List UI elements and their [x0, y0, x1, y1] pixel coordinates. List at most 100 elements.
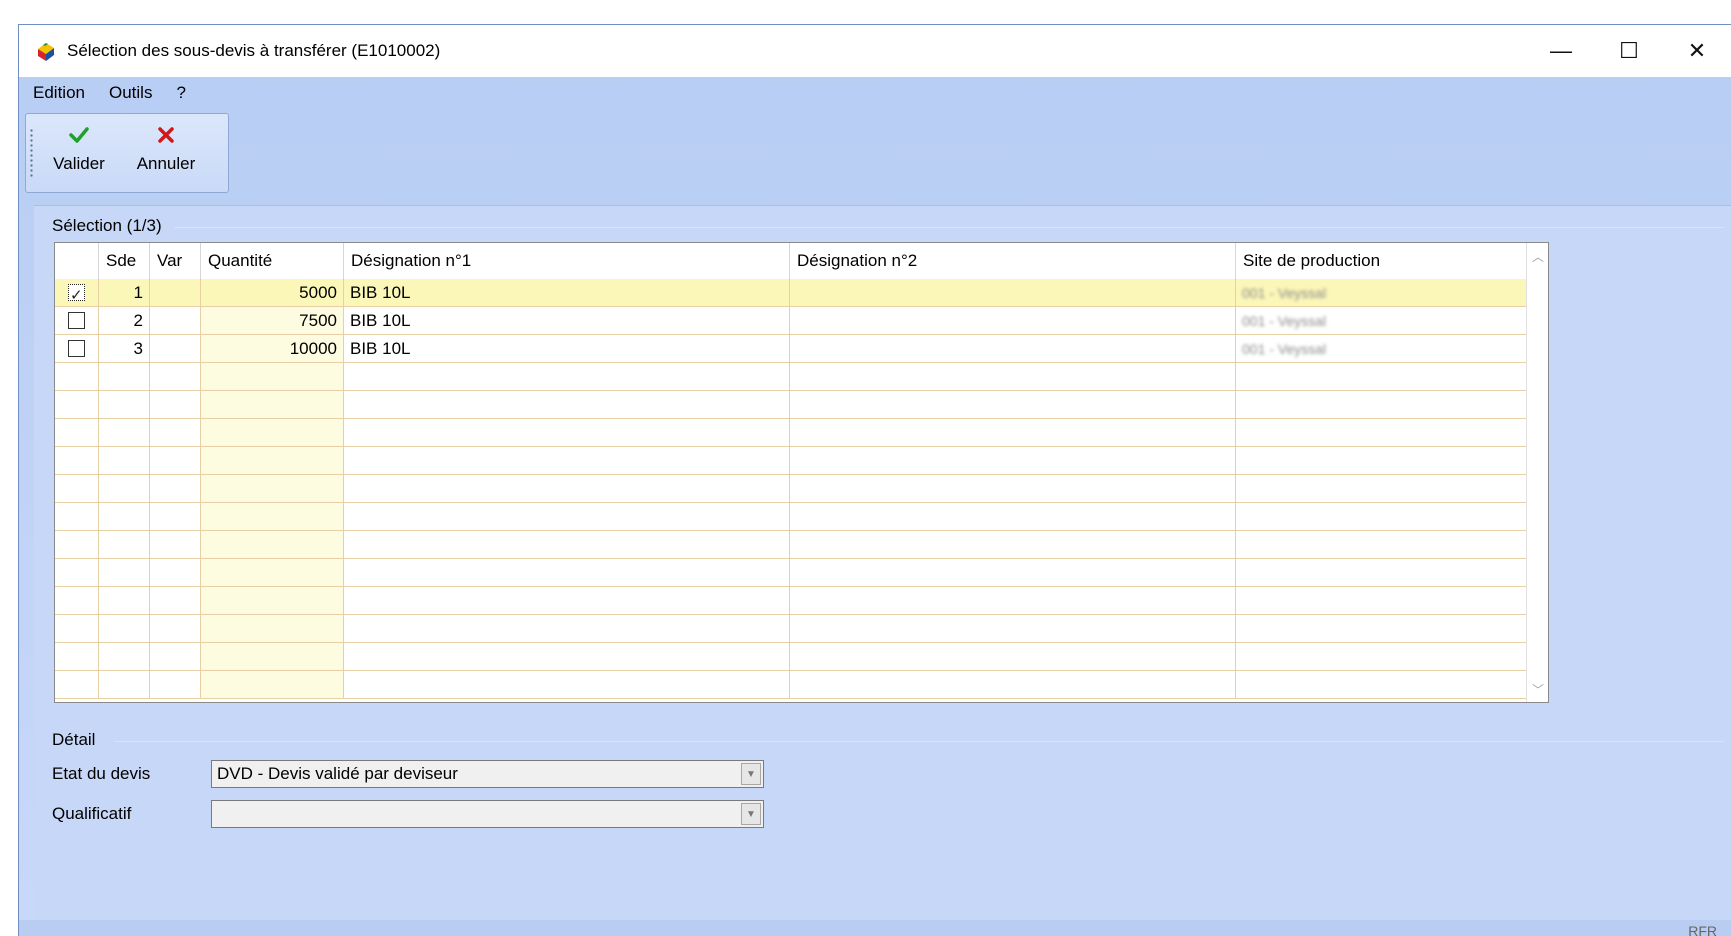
cell-site [1236, 391, 1532, 418]
annuler-label: Annuler [136, 154, 196, 173]
cell-sde [99, 447, 150, 474]
subquote-grid[interactable]: Sde Var Quantité Désignation n°1 Désigna… [54, 242, 1549, 703]
cell-sde [99, 503, 150, 530]
site-value: 001 - Veyssal [1242, 341, 1327, 357]
cell-site [1236, 643, 1532, 670]
cell-designation1: BIB 10L [344, 279, 790, 306]
cell-quantite [201, 559, 344, 586]
cell-sde: 3 [99, 335, 150, 362]
menu-help[interactable]: ? [164, 83, 197, 103]
cell-site [1236, 475, 1532, 502]
selection-group-label: Sélection (1/3) [52, 216, 162, 235]
col-header-site[interactable]: Site de production [1236, 243, 1532, 279]
window-title: Sélection des sous-devis à transférer (E… [67, 41, 441, 60]
empty-table-row [55, 363, 1548, 391]
row-checkbox[interactable] [68, 282, 85, 306]
cell-designation1 [344, 559, 790, 586]
etat-devis-value: DVD - Devis validé par deviseur [217, 764, 458, 783]
cell-check [55, 391, 99, 418]
cell-designation2 [790, 391, 1236, 418]
cell-quantite [201, 503, 344, 530]
cell-designation1 [344, 447, 790, 474]
cell-var [150, 587, 201, 614]
cell-sde: 1 [99, 279, 150, 306]
empty-table-row [55, 531, 1548, 559]
cell-var [150, 671, 201, 698]
col-header-designation2[interactable]: Désignation n°2 [790, 243, 1236, 279]
cell-site [1236, 615, 1532, 642]
row-checkbox[interactable] [68, 340, 85, 357]
cell-quantite [201, 419, 344, 446]
empty-table-row [55, 559, 1548, 587]
etat-devis-select[interactable]: DVD - Devis validé par deviseur ▼ [211, 760, 764, 788]
table-row[interactable]: 1 5000BIB 10L 001 - Veyssal [55, 279, 1548, 307]
row-checkbox[interactable] [68, 312, 85, 329]
cell-designation2 [790, 587, 1236, 614]
cell-quantite: 10000 [201, 335, 344, 362]
cell-designation2 [790, 307, 1236, 334]
cell-sde [99, 531, 150, 558]
cell-var [150, 475, 201, 502]
cell-site [1236, 587, 1532, 614]
scroll-down-icon[interactable]: ﹀ [1527, 678, 1548, 700]
selection-group-line [174, 227, 1724, 228]
cell-check [55, 615, 99, 642]
maximize-button[interactable]: ☐ [1595, 25, 1663, 77]
minimize-button[interactable]: — [1527, 25, 1595, 77]
cell-check [55, 559, 99, 586]
empty-table-row [55, 671, 1548, 699]
red-cross-icon [156, 120, 176, 150]
table-row[interactable]: 3 10000 BIB 10L 001 - Veyssal [55, 335, 1548, 363]
cell-quantite [201, 475, 344, 502]
cell-sde [99, 419, 150, 446]
cell-designation1: BIB 10L [344, 335, 790, 362]
cell-designation1: BIB 10L [344, 307, 790, 334]
cell-var [150, 531, 201, 558]
cell-quantite: 5000 [201, 279, 344, 306]
col-header-quantite[interactable]: Quantité [201, 243, 344, 279]
col-header-designation1[interactable]: Désignation n°1 [344, 243, 790, 279]
cell-site: 001 - Veyssal [1236, 279, 1532, 306]
app-logo-icon [33, 38, 59, 64]
annuler-button[interactable]: Annuler [126, 120, 206, 186]
menu-outils[interactable]: Outils [97, 83, 164, 103]
detail-group-label: Détail [52, 730, 96, 749]
table-row[interactable]: 2 7500 BIB 10L 001 - Veyssal [55, 307, 1548, 335]
site-value: 001 - Veyssal [1242, 313, 1327, 329]
chevron-down-icon[interactable]: ▼ [741, 763, 761, 785]
cell-var [150, 447, 201, 474]
status-text: RFR [1688, 923, 1717, 936]
cell-site: 001 - Veyssal [1236, 307, 1532, 334]
cell-check [55, 475, 99, 502]
cell-site [1236, 447, 1532, 474]
cell-quantite [201, 447, 344, 474]
col-header-check[interactable] [55, 243, 99, 279]
cell-sde [99, 643, 150, 670]
cell-quantite [201, 615, 344, 642]
cell-designation1 [344, 531, 790, 558]
scroll-up-icon[interactable]: ︿ [1527, 245, 1548, 267]
col-header-sde[interactable]: Sde [99, 243, 150, 279]
cell-quantite: 7500 [201, 307, 344, 334]
cell-var [150, 335, 201, 362]
valider-button[interactable]: Valider [44, 120, 114, 186]
chevron-down-icon[interactable]: ▼ [741, 803, 761, 825]
cell-designation1 [344, 503, 790, 530]
cell-site: 001 - Veyssal [1236, 335, 1532, 362]
col-header-var[interactable]: Var [150, 243, 201, 279]
grid-vertical-scrollbar[interactable]: ︿ ﹀ [1526, 243, 1548, 702]
toolbar: Valider Annuler [25, 113, 229, 193]
qualificatif-select[interactable]: ▼ [211, 800, 764, 828]
cell-check [55, 419, 99, 446]
cell-check [55, 531, 99, 558]
menu-edition[interactable]: Edition [19, 83, 97, 103]
cell-designation2 [790, 363, 1236, 390]
cell-quantite [201, 587, 344, 614]
cell-quantite [201, 531, 344, 558]
close-button[interactable]: ✕ [1663, 25, 1731, 77]
toolbar-grip[interactable] [30, 128, 33, 178]
cell-var [150, 363, 201, 390]
cell-var [150, 503, 201, 530]
cell-check [55, 671, 99, 698]
cell-designation2 [790, 559, 1236, 586]
